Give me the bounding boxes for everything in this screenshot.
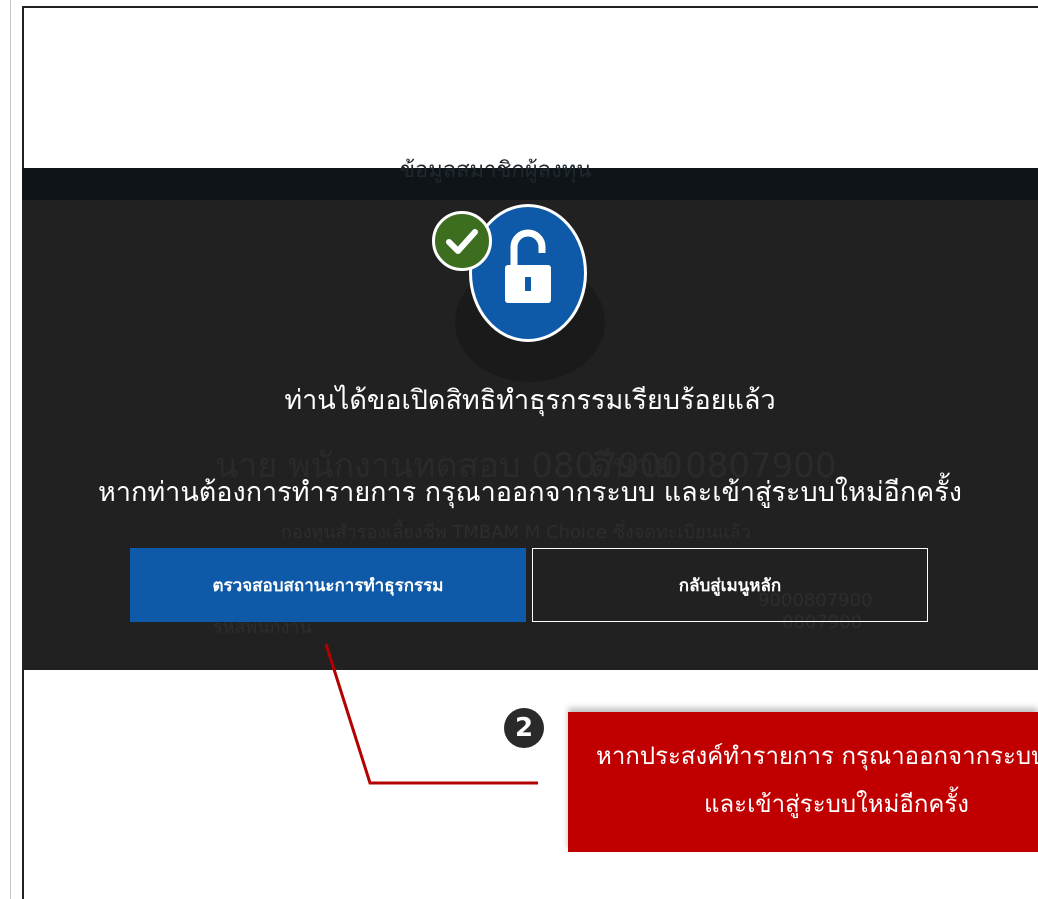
annotation-note-line-2: และเข้าสู่ระบบใหม่อีกครั้ง	[704, 790, 970, 818]
dialog-title: ท่านได้ขอเปิดสิทธิทำธุรกรรมเรียบร้อยแล้ว	[284, 385, 776, 416]
left-frame-edge	[0, 0, 11, 899]
check-icon	[432, 211, 492, 271]
annotation-note: หากประสงค์ทำรายการ กรุณาออกจากระบบ และเข…	[568, 712, 1038, 852]
header-strip-title: ข้อมูลสมาชิกผู้ลงทุน	[400, 158, 592, 183]
check-status-button[interactable]: ตรวจสอบสถานะการทำธุรกรรม	[130, 548, 526, 622]
annotation-note-line-1: หากประสงค์ทำรายการ กรุณาออกจากระบบ	[596, 742, 1038, 770]
dialog-message: หากท่านต้องการทำรายการ กรุณาออกจากระบบ แ…	[98, 477, 962, 508]
step-number-badge: 2	[504, 708, 544, 748]
fund-name: กองทุนสำรองเลี้ยงชีพ TMBAM M Choice ซึ่ง…	[281, 522, 751, 543]
back-to-main-menu-button[interactable]: กลับสู่เมนูหลัก	[532, 548, 928, 622]
